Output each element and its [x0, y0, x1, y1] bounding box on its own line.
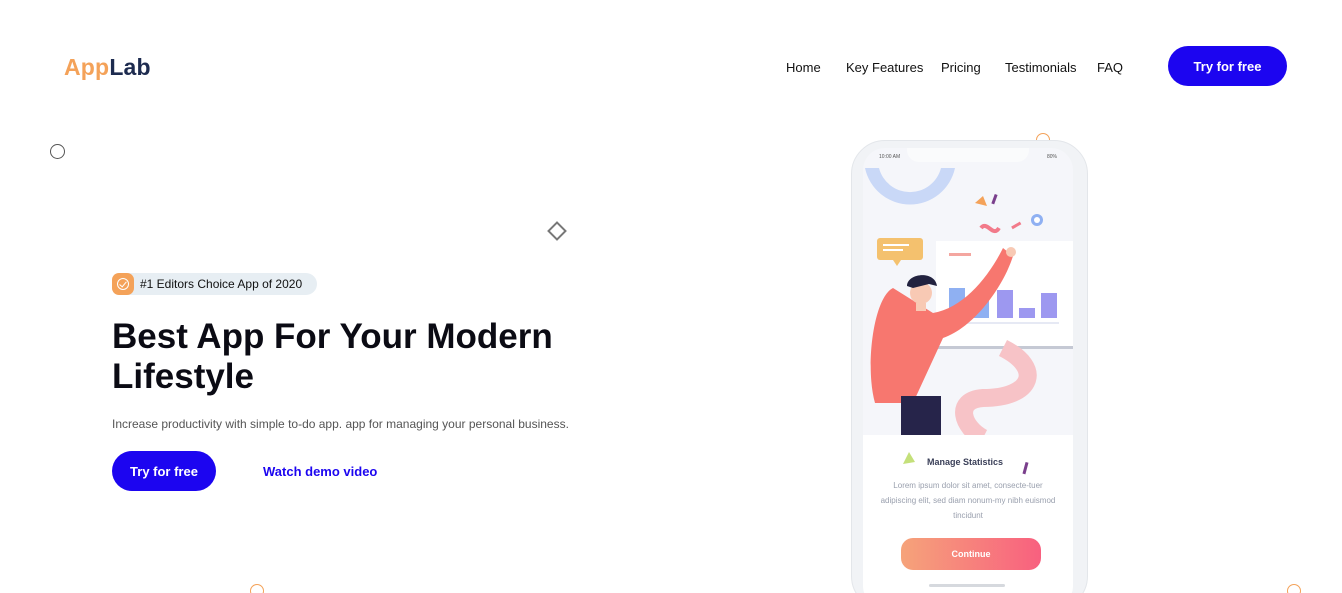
header-try-free-button[interactable]: Try for free: [1168, 46, 1287, 86]
hero-title: Best App For Your Modern Lifestyle: [112, 317, 553, 396]
continue-button[interactable]: Continue: [901, 538, 1041, 570]
badge-text: #1 Editors Choice App of 2020: [140, 277, 303, 291]
logo-lab: Lab: [109, 54, 151, 80]
nav-pricing[interactable]: Pricing: [941, 60, 981, 75]
logo[interactable]: AppLab: [64, 54, 151, 81]
check-circle-icon: [112, 273, 134, 295]
nav-faq[interactable]: FAQ: [1097, 60, 1123, 75]
statistics-illustration: [865, 168, 1073, 438]
home-indicator: [929, 584, 1005, 587]
phone-screen: 10:00 AM 80% Manage Statistics Lorem ips…: [863, 148, 1073, 593]
decorative-ring: [1287, 584, 1301, 593]
logo-app: App: [64, 54, 110, 80]
decorative-ring: [250, 584, 264, 593]
nav-testimonials[interactable]: Testimonials: [1005, 60, 1077, 75]
decorative-circle: [50, 144, 65, 159]
nav-key-features[interactable]: Key Features: [846, 60, 923, 75]
decorative-diamond: [547, 221, 567, 241]
hero-subtitle: Increase productivity with simple to-do …: [112, 417, 569, 431]
editors-choice-badge: #1 Editors Choice App of 2020: [112, 273, 317, 295]
hero-try-free-button[interactable]: Try for free: [112, 451, 216, 491]
watch-demo-link[interactable]: Watch demo video: [263, 464, 377, 479]
card-title: Manage Statistics: [927, 457, 1004, 467]
nav-home[interactable]: Home: [786, 60, 821, 75]
pill-icon: [1022, 461, 1029, 475]
card-text: Lorem ipsum dolor sit amet, consecte-tue…: [880, 481, 1056, 520]
triangle-icon: [903, 452, 915, 464]
